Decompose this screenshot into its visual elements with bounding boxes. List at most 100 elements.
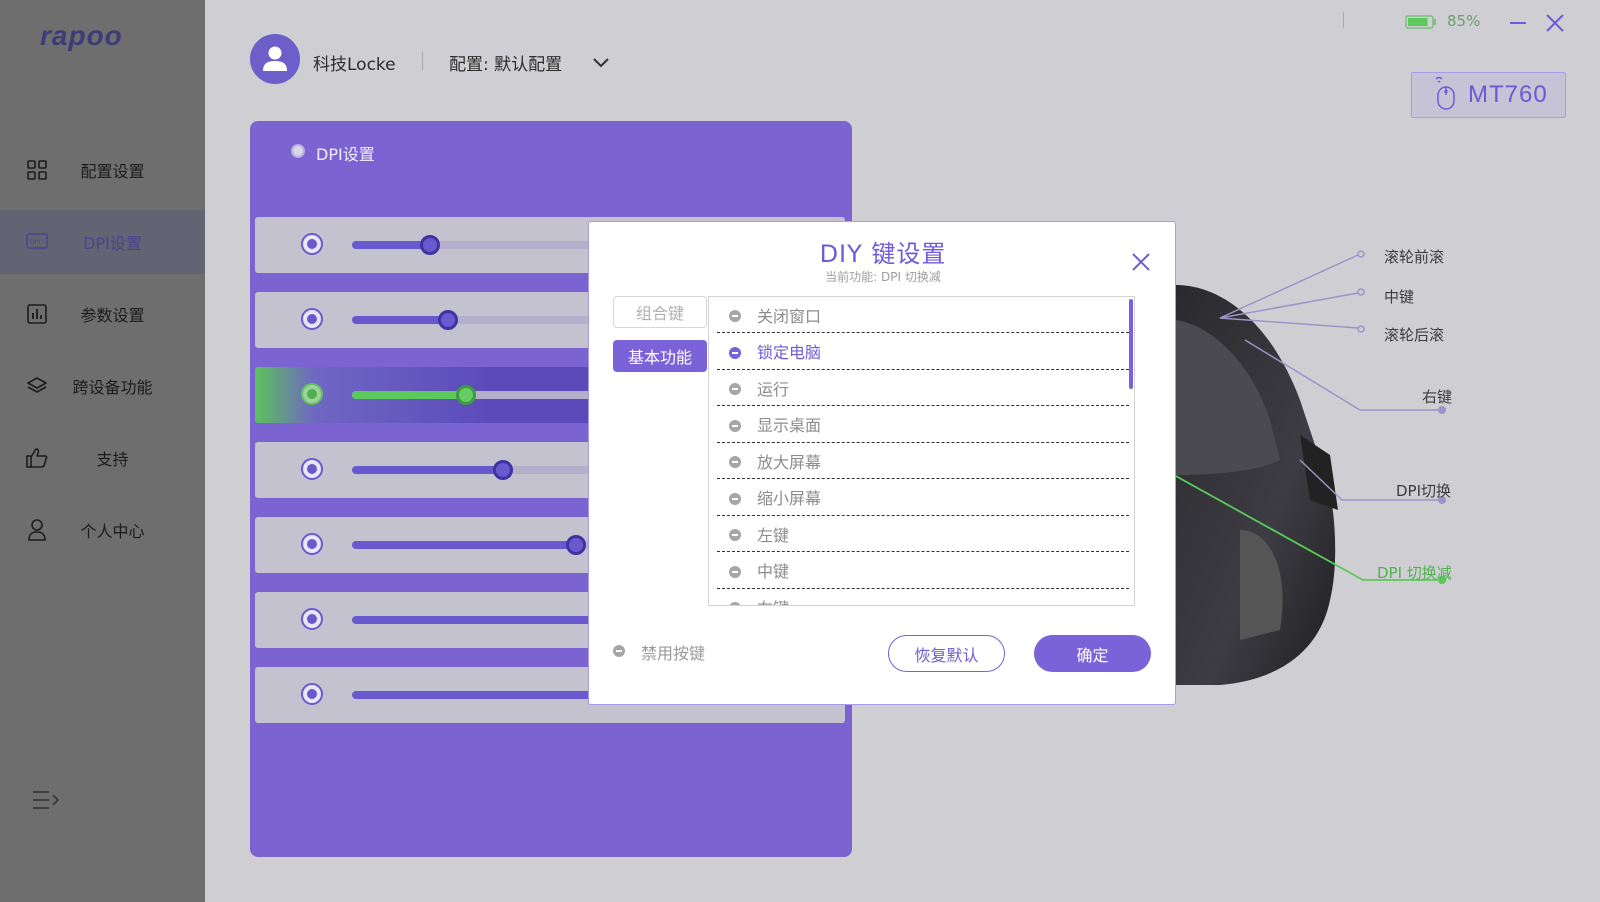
dpi-slider-handle[interactable] xyxy=(438,310,459,330)
dpi-slider-fill xyxy=(352,316,449,324)
list-item[interactable]: 左键 xyxy=(717,516,1129,552)
minimize-icon[interactable] xyxy=(1508,12,1528,36)
list-item-label: 关闭窗口 xyxy=(757,306,822,326)
list-item-label: 放大屏幕 xyxy=(757,452,822,472)
list-item-radio xyxy=(729,602,741,605)
divider xyxy=(1343,12,1344,28)
sidebar-item-label: DPI设置 xyxy=(83,234,142,253)
avatar[interactable] xyxy=(250,34,300,84)
dpi-slider-fill xyxy=(352,541,576,549)
dpi-slider-fill xyxy=(352,391,467,399)
dpi-header-indicator xyxy=(291,144,305,158)
list-item[interactable]: 中键 xyxy=(717,553,1129,589)
dpi-slider[interactable] xyxy=(352,691,612,699)
dpi-level-radio[interactable] xyxy=(301,383,323,405)
diy-key-dialog: DIY 键设置 当前功能: DPI 切换减 组合键 基本功能 关闭窗口锁定电脑运… xyxy=(588,221,1176,705)
callout-dpi-down[interactable]: DPI 切换减 xyxy=(1377,562,1452,583)
sidebar-item-label: 参数设置 xyxy=(80,306,145,325)
dpi-slider-handle[interactable] xyxy=(456,385,477,405)
chevron-down-icon[interactable] xyxy=(592,54,610,73)
dpi-level-radio[interactable] xyxy=(301,233,323,255)
callout-scroll-up[interactable]: 滚轮前滚 xyxy=(1384,246,1444,267)
list-item[interactable]: 缩小屏幕 xyxy=(717,480,1129,516)
dpi-slider[interactable] xyxy=(352,310,612,330)
sidebar-item-profile[interactable]: 个人中心 xyxy=(0,498,205,562)
username: 科技Locke xyxy=(313,55,396,75)
function-list: 关闭窗口锁定电脑运行显示桌面放大屏幕缩小屏幕左键中键右键 xyxy=(708,296,1135,606)
sidebar-item-label: 支持 xyxy=(96,450,129,469)
confirm-button[interactable]: 确定 xyxy=(1034,635,1151,672)
sidebar-item-dpi[interactable]: DPI DPI设置 xyxy=(0,210,205,274)
list-item-radio xyxy=(729,492,741,505)
list-item[interactable]: 运行 xyxy=(717,370,1129,406)
disable-key-label[interactable]: 禁用按键 xyxy=(641,640,705,664)
list-item-radio xyxy=(729,419,741,432)
sidebar-item-params[interactable]: 参数设置 xyxy=(0,282,205,346)
dpi-level-radio[interactable] xyxy=(301,533,323,555)
dialog-title: DIY 键设置 xyxy=(819,240,947,268)
callout-scroll-down[interactable]: 滚轮后滚 xyxy=(1384,324,1444,345)
battery-percent: 85% xyxy=(1447,12,1481,30)
sidebar-item-label: 个人中心 xyxy=(80,522,145,541)
dpi-slider-handle[interactable] xyxy=(492,460,513,480)
reset-default-button[interactable]: 恢复默认 xyxy=(888,635,1005,672)
dpi-level-radio[interactable] xyxy=(301,308,323,330)
list-item[interactable]: 锁定电脑 xyxy=(717,334,1129,370)
menu-collapse-icon[interactable] xyxy=(32,790,60,814)
disable-key-radio[interactable] xyxy=(613,645,625,657)
sidebar-item-label: 跨设备功能 xyxy=(72,378,153,397)
list-item-radio xyxy=(729,346,741,359)
dpi-panel-title: DPI设置 xyxy=(316,145,375,164)
list-item-radio xyxy=(729,383,741,395)
dpi-slider[interactable] xyxy=(352,460,612,480)
divider xyxy=(422,52,423,70)
dpi-slider-fill xyxy=(352,691,612,699)
list-item[interactable]: 放大屏幕 xyxy=(717,443,1129,479)
device-name: MT760 xyxy=(1468,81,1548,108)
dialog-subtitle: 当前功能: DPI 切换减 xyxy=(825,270,941,284)
list-item-radio xyxy=(729,310,741,322)
callout-middle[interactable]: 中键 xyxy=(1384,286,1414,307)
device-badge[interactable]: MT760 xyxy=(1411,72,1566,118)
dpi-slider-fill xyxy=(352,466,503,474)
dpi-slider[interactable] xyxy=(352,616,612,624)
battery-icon xyxy=(1405,14,1437,34)
mouse-illustration xyxy=(1164,250,1446,685)
sidebar-item-support[interactable]: 支持 xyxy=(0,426,205,490)
dpi-level-radio[interactable] xyxy=(301,608,323,630)
dpi-slider[interactable] xyxy=(352,535,612,555)
dpi-slider-handle[interactable] xyxy=(420,235,440,255)
config-selector-label[interactable]: 配置: 默认配置 xyxy=(449,50,562,75)
list-item-label: 显示桌面 xyxy=(757,416,822,435)
list-item-label: 左键 xyxy=(757,525,790,545)
dpi-slider[interactable] xyxy=(352,235,612,255)
list-item-radio xyxy=(729,529,741,541)
sidebar-item-cross-device[interactable]: 跨设备功能 xyxy=(0,354,205,418)
wireless-mouse-icon xyxy=(1434,75,1456,115)
sidebar-item-config[interactable]: 配置设置 xyxy=(0,138,205,202)
rapoo-logo: rapoo xyxy=(40,20,123,51)
scrollbar[interactable] xyxy=(1129,299,1133,389)
dpi-level-radio[interactable] xyxy=(301,683,323,705)
close-icon[interactable] xyxy=(1544,12,1566,38)
list-item-radio xyxy=(729,565,741,578)
list-item-label: 右键 xyxy=(757,595,789,606)
callout-dpi-switch[interactable]: DPI切换 xyxy=(1396,480,1451,501)
close-icon[interactable] xyxy=(1131,252,1151,276)
dpi-slider[interactable] xyxy=(352,385,612,405)
sidebar: rapoo 配置设置 DPI DPI设置 参数设置 跨设备功能 支持 个人中心 xyxy=(0,0,205,902)
dpi-level-radio[interactable] xyxy=(301,458,323,480)
list-item-label: 运行 xyxy=(757,379,790,399)
list-item-label: 缩小屏幕 xyxy=(757,489,822,508)
list-item-radio xyxy=(729,456,741,468)
callout-right[interactable]: 右键 xyxy=(1422,386,1452,407)
list-item[interactable]: 显示桌面 xyxy=(717,407,1129,443)
tab-basic-functions[interactable]: 基本功能 xyxy=(613,340,707,372)
sidebar-item-label: 配置设置 xyxy=(80,162,145,181)
list-item[interactable]: 右键 xyxy=(717,589,1129,606)
dpi-slider-fill xyxy=(352,241,430,249)
tab-combo-keys[interactable]: 组合键 xyxy=(613,296,707,328)
list-item-label: 锁定电脑 xyxy=(757,343,822,362)
list-item[interactable]: 关闭窗口 xyxy=(717,297,1129,333)
dpi-slider-handle[interactable] xyxy=(565,535,586,555)
